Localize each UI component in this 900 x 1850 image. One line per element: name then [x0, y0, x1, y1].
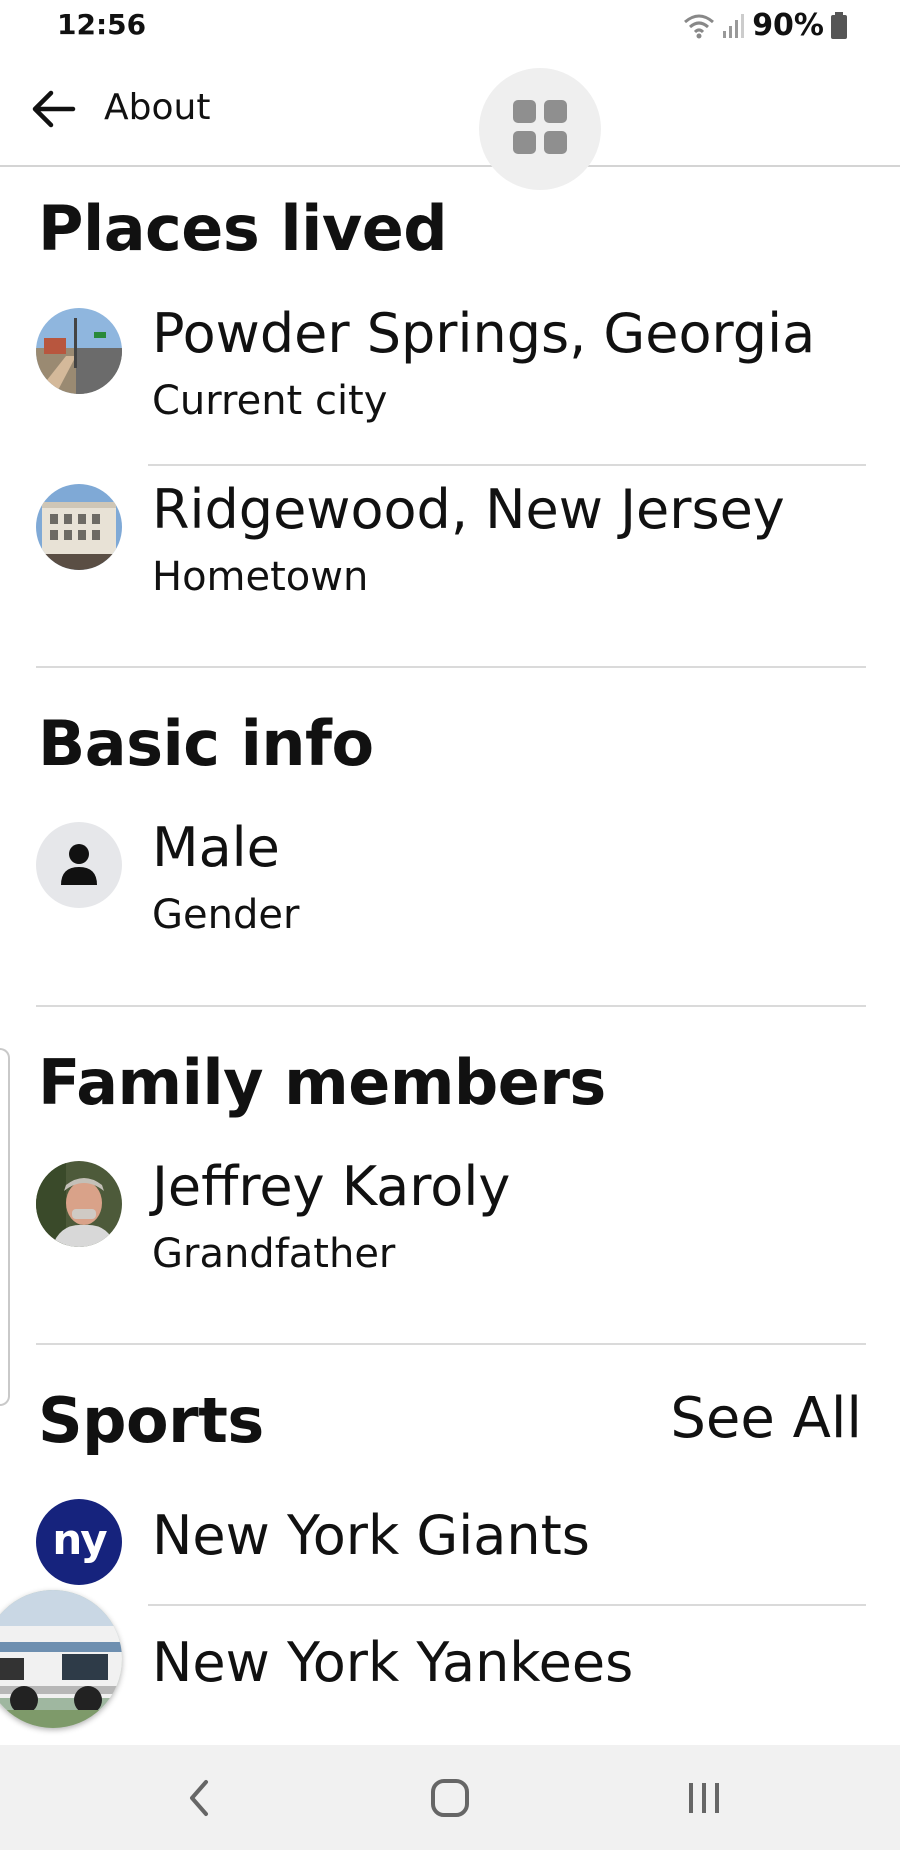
gender-label: Gender	[152, 892, 300, 938]
avatar	[36, 1161, 122, 1247]
grid-icon	[511, 98, 569, 160]
battery-icon	[830, 11, 848, 40]
family-members-title: Family members	[38, 1046, 606, 1119]
home-nav-button[interactable]	[405, 1773, 495, 1827]
wifi-icon	[682, 12, 716, 40]
sports-title: Sports	[38, 1384, 264, 1457]
team-name: New York Giants	[152, 1504, 590, 1567]
family-member-relation: Grandfather	[152, 1231, 396, 1277]
place-photo	[36, 308, 122, 394]
gender-value: Male	[152, 816, 280, 879]
arrow-left-icon	[29, 89, 77, 133]
home-nav-icon	[430, 1778, 470, 1822]
back-nav-icon	[184, 1778, 214, 1822]
logo-text: ny	[52, 1514, 107, 1564]
back-button[interactable]	[22, 85, 84, 137]
person-icon	[36, 822, 122, 908]
divider	[148, 464, 866, 466]
back-nav-button[interactable]	[154, 1773, 244, 1827]
place-name: Ridgewood, New Jersey	[152, 478, 785, 541]
places-lived-title: Places lived	[38, 192, 448, 265]
status-bar: 12:56 90%	[0, 0, 900, 55]
menu-button[interactable]	[479, 68, 601, 190]
family-member-name: Jeffrey Karoly	[152, 1155, 511, 1218]
place-photo	[36, 484, 122, 570]
divider	[148, 1604, 866, 1606]
place-label: Current city	[152, 378, 388, 424]
recents-nav-icon	[684, 1778, 724, 1822]
navigation-bar	[0, 1745, 900, 1850]
section-divider	[36, 1343, 866, 1345]
battery-text: 90%	[752, 8, 824, 43]
place-name: Powder Springs, Georgia	[152, 302, 816, 365]
team-name: New York Yankees	[152, 1631, 634, 1694]
place-item[interactable]: Powder Springs, Georgia Current city	[0, 302, 900, 458]
place-label: Hometown	[152, 554, 369, 600]
place-item[interactable]: Ridgewood, New Jersey Hometown	[0, 478, 900, 634]
section-divider	[36, 1005, 866, 1007]
status-icons: 90%	[682, 8, 848, 43]
basic-info-item[interactable]: Male Gender	[0, 816, 900, 972]
family-member-item[interactable]: Jeffrey Karoly Grandfather	[0, 1155, 900, 1311]
basic-info-title: Basic info	[38, 707, 374, 780]
signal-icon	[722, 13, 746, 39]
app-bar: About	[0, 55, 900, 190]
giants-logo: ny	[36, 1499, 122, 1585]
section-divider	[36, 666, 866, 668]
see-all-link[interactable]: See All	[670, 1386, 862, 1451]
status-time: 12:56	[57, 8, 147, 41]
recents-nav-button[interactable]	[659, 1773, 749, 1827]
page-title: About	[104, 87, 211, 128]
